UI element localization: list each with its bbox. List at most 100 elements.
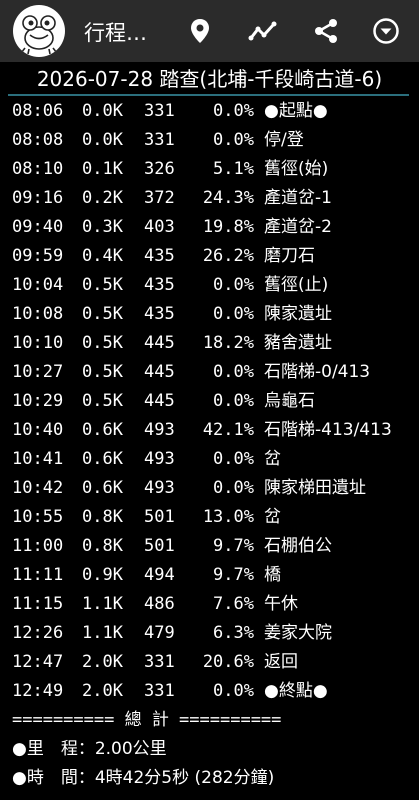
waypoint-time: 10:29	[12, 391, 64, 411]
waypoint-grade: 7.6%	[213, 594, 254, 614]
waypoint-time: 10:41	[12, 449, 64, 469]
waypoint-place: 產道岔-1	[264, 188, 332, 208]
waypoint-elevation: 445	[144, 333, 175, 353]
waypoint-distance: 0.5K	[82, 362, 123, 382]
waypoint-place: 午休	[264, 594, 298, 614]
waypoint-grade: 0.0%	[213, 449, 254, 469]
waypoint-distance: 0.0K	[82, 130, 123, 150]
waypoint-place: 舊徑(止)	[264, 275, 329, 295]
waypoint-elevation: 435	[144, 246, 175, 266]
waypoint-row[interactable]: 08:08 0.0K 331 0.0% 停/登	[0, 126, 419, 155]
trend-line-icon[interactable]	[248, 16, 278, 46]
waypoint-row[interactable]: 08:10 0.1K 326 5.1% 舊徑(始)	[0, 155, 419, 184]
waypoint-grade: 0.0%	[213, 304, 254, 324]
waypoint-grade: 18.2%	[202, 333, 254, 353]
waypoint-time: 12:47	[12, 652, 64, 672]
waypoint-elevation: 331	[144, 130, 175, 150]
waypoint-grade: 9.7%	[213, 565, 254, 585]
waypoint-elevation: 435	[144, 275, 175, 295]
waypoint-place: 舊徑(始)	[264, 159, 329, 179]
waypoint-row[interactable]: 11:11 0.9K 494 9.7% 橋	[0, 561, 419, 590]
waypoint-elevation: 445	[144, 362, 175, 382]
title-divider	[8, 94, 409, 96]
waypoint-elevation: 331	[144, 681, 175, 701]
waypoint-row[interactable]: 09:59 0.4K 435 26.2% 磨刀石	[0, 242, 419, 271]
waypoint-row[interactable]: 12:26 1.1K 479 6.3% 姜家大院	[0, 619, 419, 648]
waypoint-elevation: 486	[144, 594, 175, 614]
waypoint-time: 11:00	[12, 536, 64, 556]
waypoint-distance: 1.1K	[82, 623, 123, 643]
waypoint-row[interactable]: 11:00 0.8K 501 9.7% 石棚伯公	[0, 532, 419, 561]
waypoint-row[interactable]: 10:29 0.5K 445 0.0% 烏龜石	[0, 387, 419, 416]
waypoint-time: 09:40	[12, 217, 64, 237]
summary-distance: ●里 程：2.00公里	[12, 739, 167, 759]
waypoint-row[interactable]: 08:06 0.0K 331 0.0% ●起點●	[0, 97, 419, 126]
waypoint-time: 10:40	[12, 420, 64, 440]
waypoint-distance: 0.5K	[82, 275, 123, 295]
waypoint-list: 08:06 0.0K 331 0.0% ●起點● 08:08 0.0K 331 0.0% 停/登 0…	[0, 97, 419, 706]
waypoint-row[interactable]: 10:42 0.6K 493 0.0% 陳家梯田遺址	[0, 474, 419, 503]
waypoint-place: ●終點●	[264, 681, 328, 701]
waypoint-elevation: 494	[144, 565, 175, 585]
waypoint-elevation: 501	[144, 536, 175, 556]
waypoint-place: 停/登	[264, 130, 304, 150]
frog-logo-icon[interactable]	[13, 5, 65, 57]
waypoint-grade: 26.2%	[202, 246, 254, 266]
waypoint-place: 石階梯-413/413	[264, 420, 392, 440]
waypoint-grade: 42.1%	[202, 420, 254, 440]
waypoint-row[interactable]: 12:49 2.0K 331 0.0% ●終點●	[0, 677, 419, 706]
waypoint-row[interactable]: 10:40 0.6K 493 42.1% 石階梯-413/413	[0, 416, 419, 445]
waypoint-place: 岔	[264, 507, 281, 527]
waypoint-time: 09:16	[12, 188, 64, 208]
waypoint-distance: 0.1K	[82, 159, 123, 179]
waypoint-place: 豬舍遺址	[264, 333, 332, 353]
waypoint-place: 烏龜石	[264, 391, 315, 411]
waypoint-grade: 19.8%	[202, 217, 254, 237]
waypoint-time: 10:42	[12, 478, 64, 498]
waypoint-distance: 2.0K	[82, 681, 123, 701]
waypoint-time: 08:06	[12, 101, 64, 121]
waypoint-time: 12:49	[12, 681, 64, 701]
waypoint-distance: 1.1K	[82, 594, 123, 614]
waypoint-time: 10:10	[12, 333, 64, 353]
more-dropdown-icon[interactable]	[371, 16, 401, 46]
waypoint-place: 岔	[264, 449, 281, 469]
waypoint-distance: 0.9K	[82, 565, 123, 585]
waypoint-grade: 5.1%	[213, 159, 254, 179]
waypoint-place: 陳家梯田遺址	[264, 478, 366, 498]
waypoint-distance: 0.4K	[82, 246, 123, 266]
location-pin-icon[interactable]	[185, 16, 215, 46]
waypoint-time: 09:59	[12, 246, 64, 266]
waypoint-time: 10:27	[12, 362, 64, 382]
waypoint-time: 08:10	[12, 159, 64, 179]
waypoint-row[interactable]: 10:10 0.5K 445 18.2% 豬舍遺址	[0, 329, 419, 358]
waypoint-distance: 0.5K	[82, 333, 123, 353]
waypoint-distance: 0.8K	[82, 507, 123, 527]
waypoint-grade: 13.0%	[202, 507, 254, 527]
waypoint-place: 橋	[264, 565, 281, 585]
waypoint-distance: 0.6K	[82, 478, 123, 498]
waypoint-row[interactable]: 10:41 0.6K 493 0.0% 岔	[0, 445, 419, 474]
waypoint-elevation: 493	[144, 478, 175, 498]
waypoint-elevation: 331	[144, 652, 175, 672]
waypoint-row[interactable]: 10:55 0.8K 501 13.0% 岔	[0, 503, 419, 532]
waypoint-row[interactable]: 09:40 0.3K 403 19.8% 產道岔-2	[0, 213, 419, 242]
waypoint-grade: 0.0%	[213, 478, 254, 498]
waypoint-row[interactable]: 10:27 0.5K 445 0.0% 石階梯-0/413	[0, 358, 419, 387]
waypoint-distance: 2.0K	[82, 652, 123, 672]
share-icon[interactable]	[311, 16, 341, 46]
waypoint-grade: 0.0%	[213, 681, 254, 701]
summary-duration: ●時 間：4時42分5秒 (282分鐘)	[12, 768, 275, 788]
waypoint-row[interactable]: 11:15 1.1K 486 7.6% 午休	[0, 590, 419, 619]
waypoint-time: 11:15	[12, 594, 64, 614]
waypoint-time: 11:11	[12, 565, 64, 585]
waypoint-place: ●起點●	[264, 101, 328, 121]
waypoint-row[interactable]: 10:04 0.5K 435 0.0% 舊徑(止)	[0, 271, 419, 300]
waypoint-row[interactable]: 10:08 0.5K 435 0.0% 陳家遺址	[0, 300, 419, 329]
waypoint-row[interactable]: 09:16 0.2K 372 24.3% 產道岔-1	[0, 184, 419, 213]
waypoint-row[interactable]: 12:47 2.0K 331 20.6% 返回	[0, 648, 419, 677]
waypoint-elevation: 445	[144, 391, 175, 411]
waypoint-elevation: 493	[144, 449, 175, 469]
waypoint-elevation: 435	[144, 304, 175, 324]
waypoint-distance: 0.8K	[82, 536, 123, 556]
